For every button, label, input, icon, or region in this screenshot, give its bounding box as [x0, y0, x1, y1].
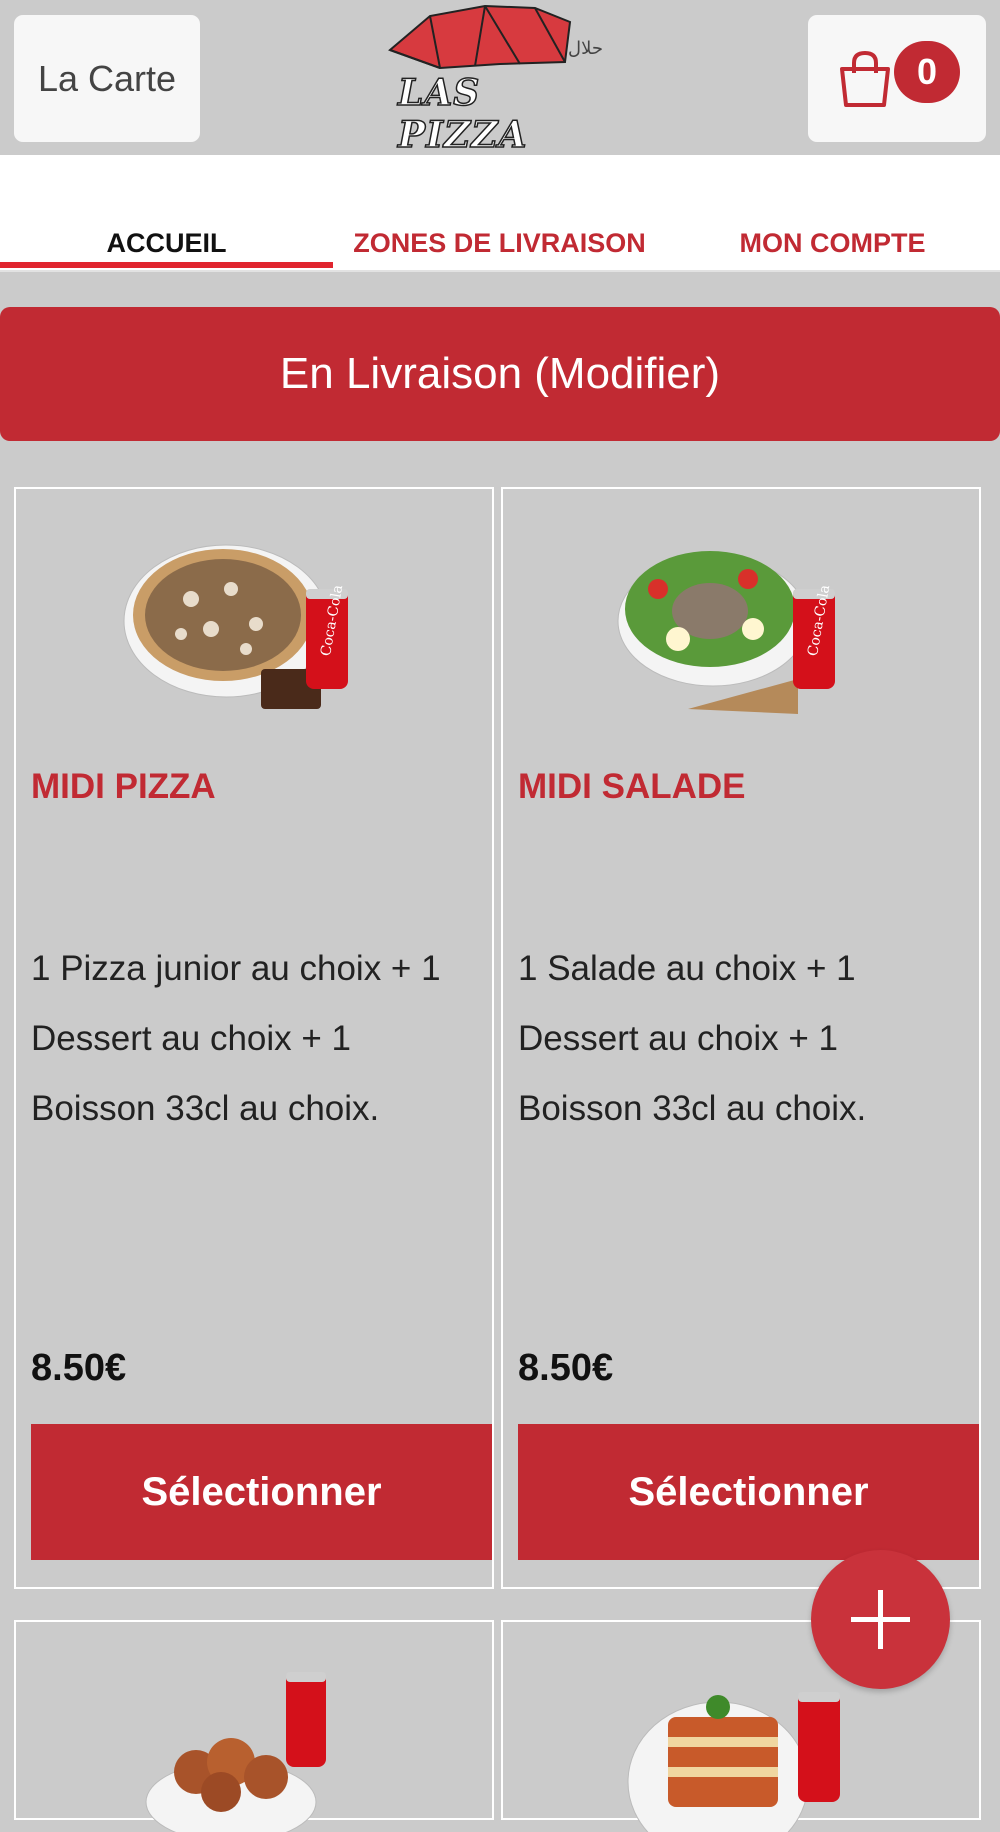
product-description: 1 Pizza junior au choix + 1 Dessert au c…: [31, 949, 441, 1128]
add-button[interactable]: [811, 1550, 950, 1689]
product-card: Coca-Cola MIDI SALADE 1 Salade au choix …: [501, 487, 981, 1589]
chicken-wings-menu-photo: [145, 1672, 326, 1832]
select-button[interactable]: Sélectionner: [518, 1424, 979, 1560]
product-card: [14, 1620, 494, 1832]
select-button[interactable]: Sélectionner: [31, 1424, 492, 1560]
tab-mon-compte[interactable]: MON COMPTE: [666, 217, 999, 269]
plus-icon: [851, 1590, 910, 1649]
product-price: 8.50€: [31, 1347, 127, 1389]
app-header: La Carte LAS PIZZA حلال 0: [0, 0, 1000, 157]
lasagna-menu-photo: [627, 1692, 840, 1832]
cart-count-badge: 0: [894, 41, 960, 103]
cart-button[interactable]: 0: [808, 15, 986, 142]
product-description: 1 Salade au choix + 1 Dessert au choix +…: [518, 949, 867, 1128]
tab-zones-de-livraison[interactable]: ZONES DE LIVRAISON: [333, 217, 666, 269]
product-title: MIDI PIZZA: [31, 767, 216, 806]
la-carte-button[interactable]: La Carte: [14, 15, 200, 142]
product-card: Coca-Cola MIDI PIZZA 1 Pizza junior au c…: [14, 487, 494, 1589]
halal-label: حلال: [568, 38, 603, 59]
active-tab-indicator: [0, 262, 333, 268]
delivery-mode-button[interactable]: En Livraison (Modifier): [0, 307, 1000, 441]
pizza-menu-photo: Coca-Cola: [123, 544, 348, 709]
shopping-bag-icon: [840, 50, 890, 107]
product-title: MIDI SALADE: [518, 767, 746, 806]
nav-tabs: ACCUEIL ZONES DE LIVRAISON MON COMPTE: [0, 155, 1000, 272]
logo-text: LAS PIZZA: [397, 71, 528, 157]
product-price: 8.50€: [518, 1347, 614, 1389]
salad-menu-photo: Coca-Cola: [617, 551, 835, 714]
